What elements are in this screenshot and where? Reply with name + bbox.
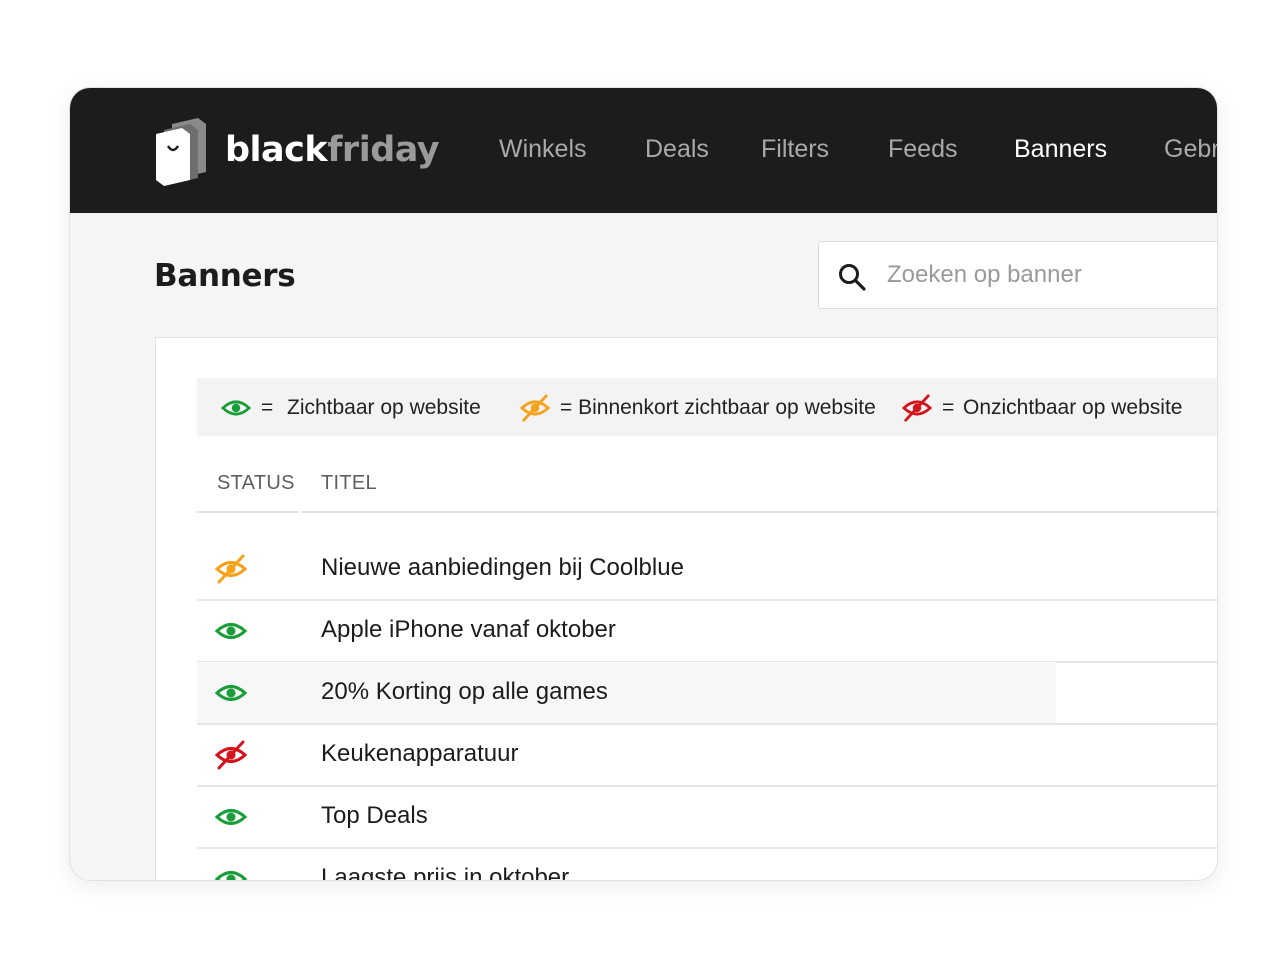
- table-row[interactable]: Keukenapparatuur: [197, 724, 1217, 787]
- brand-part-friday: friday: [327, 130, 440, 170]
- column-header-status[interactable]: STATUS: [217, 471, 295, 495]
- shopping-bag-logo-icon[interactable]: [154, 116, 224, 186]
- nav-item-banners[interactable]: Banners: [1014, 134, 1107, 164]
- banner-title: Top Deals: [321, 802, 428, 829]
- brand-wordmark[interactable]: blackfriday: [225, 126, 440, 174]
- banners-card: = Zichtbaar op website = Binnenkort zich…: [155, 337, 1217, 880]
- eye-slash-icon: [902, 394, 932, 422]
- brand-part-black: black: [225, 130, 328, 170]
- eye-icon: [215, 871, 247, 880]
- banner-title: 20% Korting op alle games: [321, 678, 608, 705]
- table-row[interactable]: Nieuwe aanbiedingen bij Coolblue: [197, 538, 1217, 601]
- nav-item-gebr[interactable]: Gebr: [1164, 134, 1217, 164]
- legend-hidden-label: Onzichtbaar op website: [963, 396, 1183, 419]
- header-divider: [301, 511, 1217, 513]
- nav-item-filters[interactable]: Filters: [761, 134, 829, 164]
- eye-icon: [221, 400, 251, 416]
- eye-icon: [215, 809, 247, 825]
- eye-slash-icon: [520, 394, 550, 422]
- eye-icon: [215, 623, 247, 639]
- legend-visible-label: Zichtbaar op website: [287, 396, 481, 419]
- banner-title: Keukenapparatuur: [321, 740, 519, 767]
- header-divider: [197, 511, 298, 513]
- table-row[interactable]: Laagste prijs in oktober: [197, 848, 1217, 880]
- banner-title: Apple iPhone vanaf oktober: [321, 616, 616, 643]
- nav-item-winkels[interactable]: Winkels: [499, 134, 587, 164]
- page-title: Banners: [154, 258, 296, 294]
- search-input[interactable]: [885, 252, 1217, 298]
- table-row[interactable]: Apple iPhone vanaf oktober: [197, 600, 1217, 663]
- nav-item-deals[interactable]: Deals: [645, 134, 709, 164]
- column-header-title[interactable]: TITEL: [321, 471, 377, 495]
- search-box[interactable]: [818, 241, 1217, 309]
- eye-slash-icon: [215, 554, 247, 584]
- banner-title: Nieuwe aanbiedingen bij Coolblue: [321, 554, 684, 581]
- table-row[interactable]: Top Deals: [197, 786, 1217, 849]
- status-legend: = Zichtbaar op website = Binnenkort zich…: [197, 378, 1217, 436]
- eye-slash-icon: [215, 740, 247, 770]
- legend-equals: =: [942, 396, 955, 419]
- app-window: blackfriday Winkels Deals Filters Feeds …: [70, 88, 1217, 880]
- nav-item-feeds[interactable]: Feeds: [888, 134, 957, 164]
- eye-icon: [215, 685, 247, 701]
- legend-soon-label: = Binnenkort zichtbaar op website: [560, 396, 876, 419]
- table-row[interactable]: 20% Korting op alle games: [197, 662, 1217, 725]
- top-navigation-bar: blackfriday Winkels Deals Filters Feeds …: [70, 88, 1217, 213]
- search-icon[interactable]: [837, 262, 867, 292]
- banner-title: Laagste prijs in oktober: [321, 864, 570, 880]
- legend-equals: =: [261, 396, 274, 419]
